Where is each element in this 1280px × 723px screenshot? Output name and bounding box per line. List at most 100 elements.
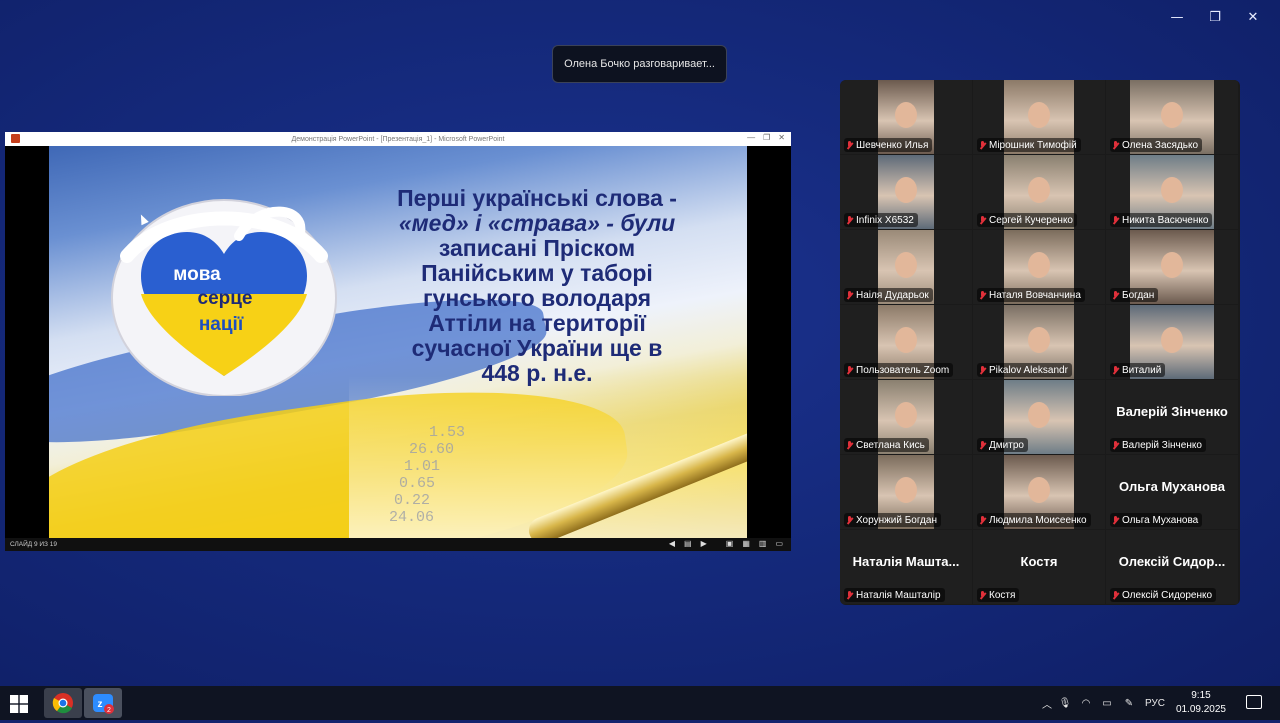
participant-name-tag: Сергей Кучеренко [977, 213, 1077, 227]
participant-name-tag: Валерій Зінченко [1110, 438, 1206, 452]
participant-display-name: Олексій Сидор... [1118, 554, 1226, 569]
participant-display-name: Костя [1020, 554, 1058, 569]
person-silhouette [1028, 177, 1050, 203]
notifications-icon[interactable] [1246, 695, 1262, 709]
normal-view-icon[interactable]: ▣ [726, 539, 734, 548]
participant-tile[interactable]: Сергей Кучеренко [973, 155, 1105, 229]
chrome-icon [52, 693, 73, 714]
participant-name-tag: Мірошник Тимофій [977, 138, 1081, 152]
minimize-button[interactable]: — [1158, 6, 1196, 28]
participant-tile[interactable]: Никита Васюченко [1106, 155, 1238, 229]
shared-screen: Демонстрація PowerPoint - [Презентація_1… [5, 132, 791, 551]
participant-tile[interactable]: Infinix X6532 [840, 155, 972, 229]
person-silhouette [1028, 327, 1050, 353]
zoom-badge: 2 [107, 707, 111, 714]
toast-text: Олена Бочко разговаривает... [564, 58, 715, 70]
network-icon[interactable]: ◠ [1076, 698, 1096, 709]
participant-name: Наіля Дударьок [856, 289, 929, 301]
participant-name-tag: Дмитро [977, 438, 1028, 452]
heart-line: мова [173, 264, 221, 285]
participant-display-name: Наталія Машта... [852, 554, 960, 569]
participant-tile[interactable]: Людмила Моисеенко [973, 455, 1105, 529]
show-hidden-icons-icon[interactable]: ︿ [1040, 696, 1054, 711]
muted-mic-icon [846, 515, 853, 525]
participant-tile[interactable]: Светлана Кись [840, 380, 972, 454]
participant-tile[interactable]: Наталія Машта... Наталія Машталір [840, 530, 972, 604]
participant-name-tag: Наталія Машталір [844, 588, 945, 602]
person-silhouette [895, 327, 917, 353]
participant-tile[interactable]: Валерій Зінченко Валерій Зінченко [1106, 380, 1238, 454]
participant-tile[interactable]: Шевченко Илья [840, 80, 972, 154]
person-silhouette [895, 252, 917, 278]
restore-button[interactable]: ❐ [1196, 6, 1234, 28]
background-numbers: 1.53 26.60 1.01 0.65 0.22 24.06 [349, 424, 465, 526]
slide-line: гунського володаря [422, 285, 652, 311]
slide-line: Аттіли на території [428, 310, 646, 336]
participant-gallery: Шевченко Илья Мірошник Тимофій Олена Засяд… [840, 80, 1240, 605]
participant-name: Никита Васюченко [1122, 214, 1209, 226]
participant-tile[interactable]: Богдан [1106, 230, 1238, 304]
participant-tile[interactable]: Хорунжий Богдан [840, 455, 972, 529]
active-speaker-toast: Олена Бочко разговаривает... [552, 45, 727, 83]
participant-name: Виталий [1122, 364, 1162, 376]
person-silhouette [1161, 252, 1183, 278]
participant-tile[interactable]: Пользователь Zoom [840, 305, 972, 379]
participant-tile[interactable]: Мірошник Тимофій [973, 80, 1105, 154]
slide-counter: СЛАЙД 9 ИЗ 19 [10, 541, 58, 548]
participant-tile[interactable]: Костя Костя [973, 530, 1105, 604]
participant-name: Сергей Кучеренко [989, 214, 1073, 226]
slideshow-controls: ◀ ▤ ▶ ▣ ▦ ▥ ▭ [669, 539, 783, 548]
pen-workspace-icon[interactable]: ✎ [1118, 698, 1140, 709]
muted-mic-icon [979, 515, 986, 525]
windows-start-icon[interactable] [10, 695, 28, 713]
participant-name-tag: Виталий [1110, 363, 1166, 377]
microphone-icon[interactable]: 🎙 [1054, 698, 1076, 709]
slide-sorter-icon[interactable]: ▦ [742, 539, 750, 548]
participant-name-tag: Олексій Сидоренко [1110, 588, 1217, 602]
participant-tile[interactable]: Наіля Дударьок [840, 230, 972, 304]
close-button[interactable]: ✕ [1234, 6, 1272, 28]
participant-name: Светлана Кись [856, 439, 925, 451]
muted-mic-icon [979, 440, 986, 450]
participant-tile[interactable]: Олексій Сидор... Олексій Сидоренко [1106, 530, 1238, 604]
menu-icon[interactable]: ▤ [684, 539, 692, 548]
slide-body-text: Перші українські слова - «мед» і «страва… [347, 186, 727, 386]
participant-tile[interactable]: Наталя Вовчанчина [973, 230, 1105, 304]
person-silhouette [895, 402, 917, 428]
chrome-taskbar-button[interactable] [44, 688, 82, 718]
participant-name: Infinix X6532 [856, 214, 914, 226]
participant-name: Мірошник Тимофій [989, 139, 1077, 151]
participant-name: Олена Засядько [1122, 139, 1199, 151]
zoom-taskbar-button[interactable]: z 2 [84, 688, 122, 718]
reading-view-icon[interactable]: ▥ [759, 539, 767, 548]
participant-tile[interactable]: Pikalov Aleksandr [973, 305, 1105, 379]
slide-line: Перші українські слова - [397, 185, 677, 211]
muted-mic-icon [1112, 140, 1119, 150]
slideshow-icon[interactable]: ▭ [775, 539, 783, 548]
bg-number: 1.01 [404, 458, 441, 475]
muted-mic-icon [979, 590, 986, 600]
participant-display-name: Ольга Муханова [1119, 479, 1225, 494]
participant-tile[interactable]: Олена Засядько [1106, 80, 1238, 154]
person-silhouette [895, 102, 917, 128]
participant-tile[interactable]: Ольга Муханова Ольга Муханова [1106, 455, 1238, 529]
zoom-icon: z 2 [93, 694, 114, 714]
battery-icon[interactable]: ▭ [1096, 698, 1118, 709]
muted-mic-icon [1112, 440, 1119, 450]
shared-window-title: Демонстрація PowerPoint - [Презентація_1… [291, 135, 505, 143]
person-silhouette [1028, 252, 1050, 278]
heart-line: нації [199, 314, 244, 335]
participant-name-tag: Пользователь Zoom [844, 363, 954, 377]
heart-logo: мова серце нації [111, 199, 337, 396]
language-indicator[interactable]: РУС [1140, 698, 1170, 709]
participant-tile[interactable]: Дмитро [973, 380, 1105, 454]
muted-mic-icon [1112, 215, 1119, 225]
participant-tile[interactable]: Виталий [1106, 305, 1238, 379]
muted-mic-icon [979, 365, 986, 375]
prev-icon[interactable]: ◀ [669, 539, 675, 548]
shared-close-icon: ✕ [778, 133, 785, 142]
next-icon[interactable]: ▶ [701, 539, 707, 548]
person-silhouette [1161, 177, 1183, 203]
person-silhouette [1028, 477, 1050, 503]
clock[interactable]: 9:15 01.09.2025 [1176, 689, 1226, 717]
